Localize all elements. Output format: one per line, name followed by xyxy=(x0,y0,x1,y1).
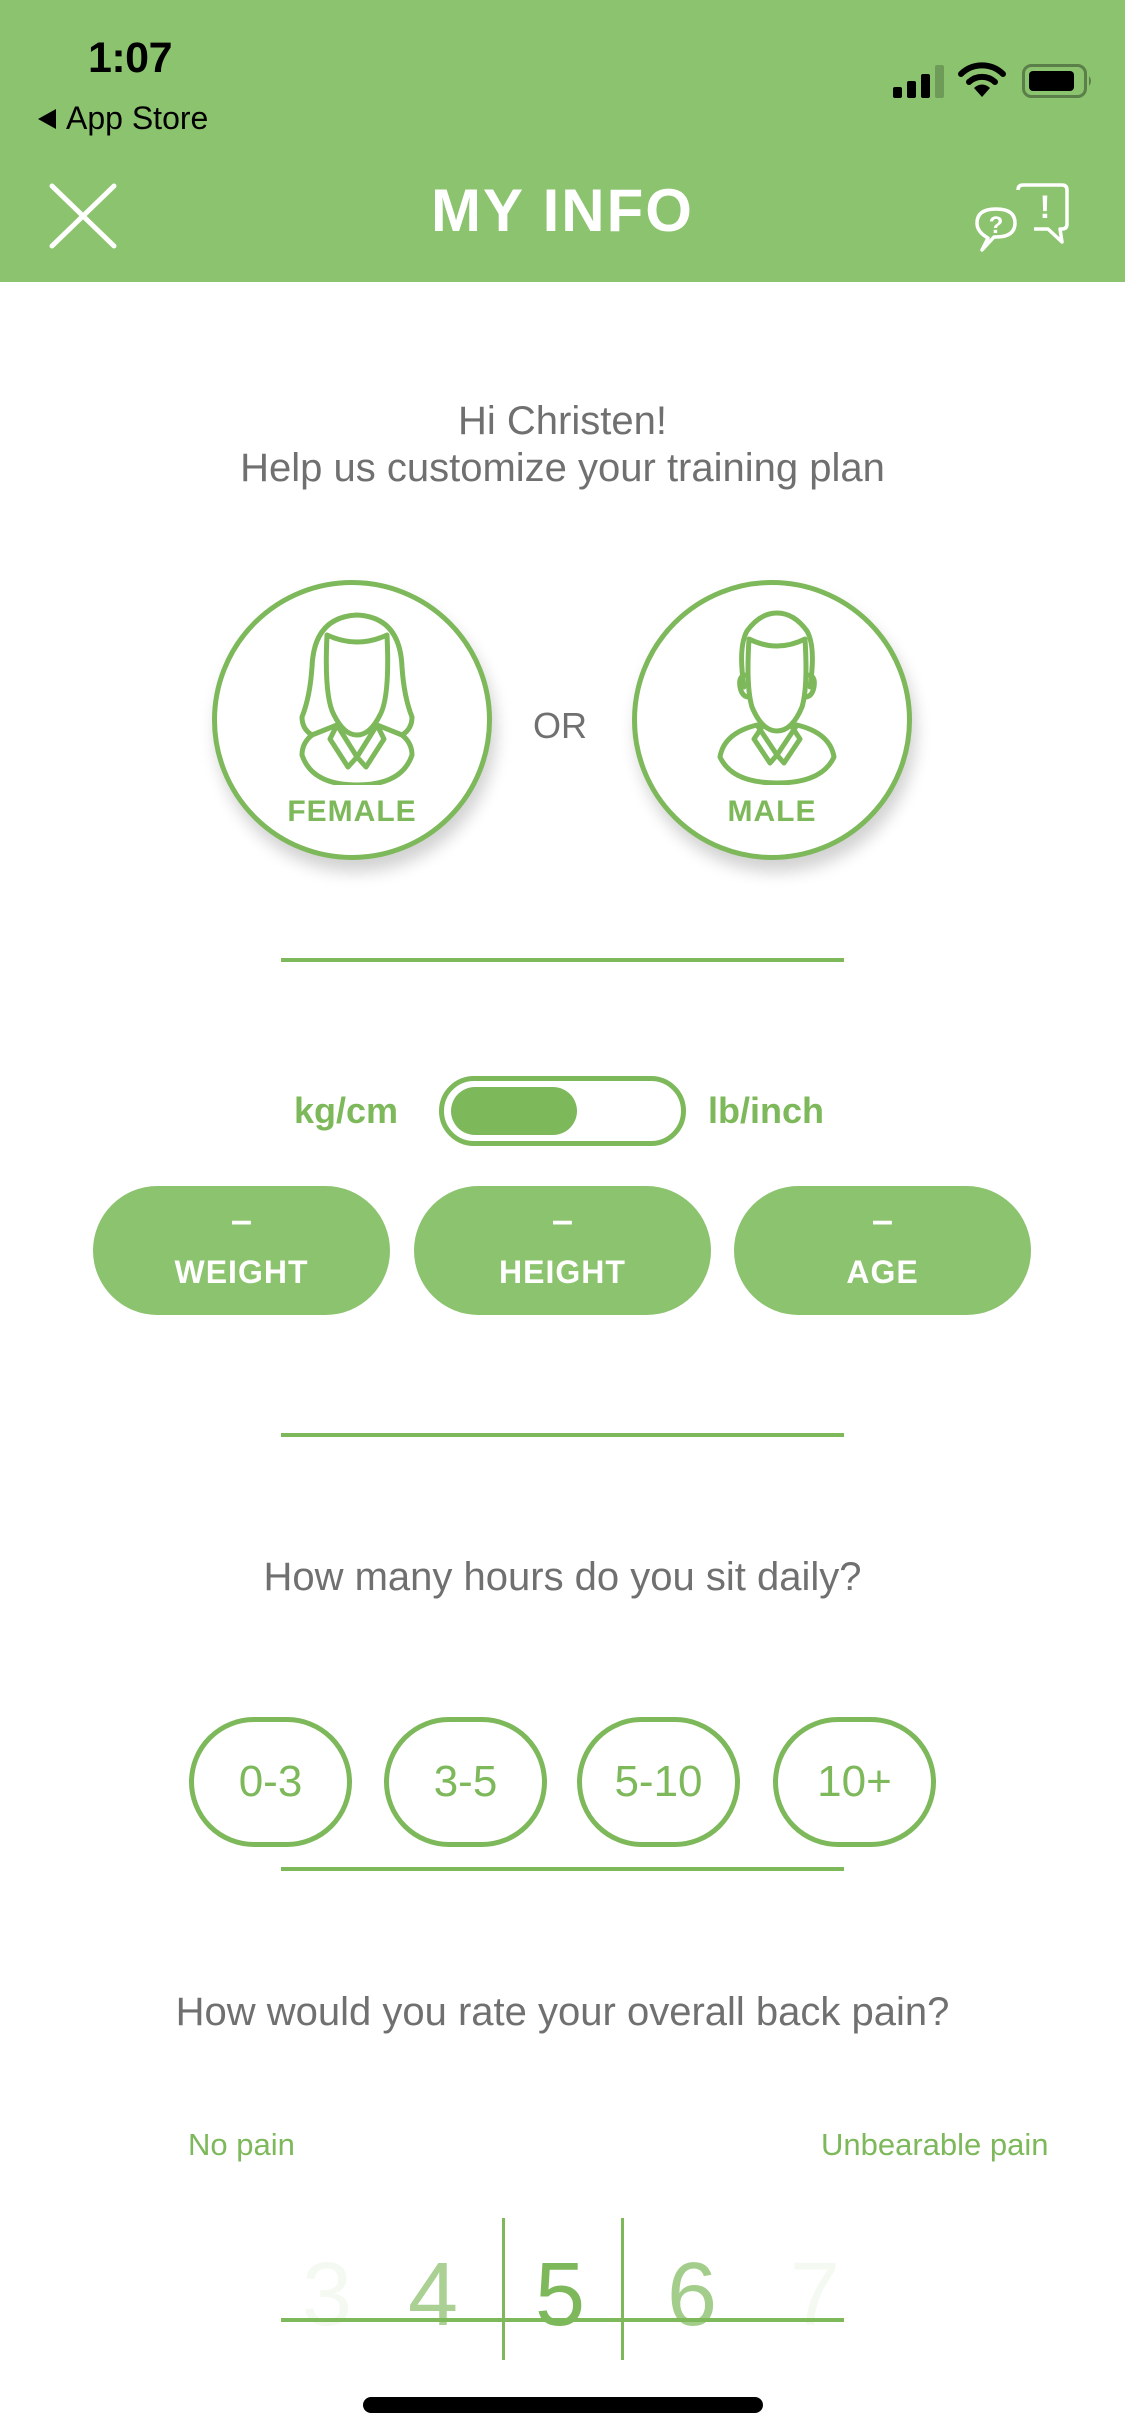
back-label: App Store xyxy=(66,100,209,136)
sitting-option[interactable]: 0-3 xyxy=(189,1717,352,1847)
pain-value-option[interactable]: 4 xyxy=(378,2225,488,2365)
gender-male-label: MALE xyxy=(727,795,817,828)
unit-imperial-label[interactable]: lb/inch xyxy=(708,1090,824,1132)
page-title: MY INFO xyxy=(431,177,694,244)
section-divider xyxy=(281,958,844,962)
pain-value-option[interactable]: 3 xyxy=(272,2225,382,2365)
height-value: – xyxy=(551,1200,574,1242)
gender-female-label: FEMALE xyxy=(287,795,417,828)
section-divider xyxy=(281,1867,844,1871)
section-divider xyxy=(281,1433,844,1437)
age-value: – xyxy=(871,1200,894,1242)
age-button[interactable]: – AGE xyxy=(734,1186,1031,1315)
back-triangle-icon xyxy=(38,108,56,129)
gender-female-button[interactable]: FEMALE xyxy=(212,580,492,860)
pain-value-option[interactable]: 7 xyxy=(760,2225,870,2365)
pain-value-selected[interactable]: 5 xyxy=(505,2225,615,2365)
help-button[interactable]: ? ! xyxy=(972,182,1072,256)
weight-button[interactable]: – WEIGHT xyxy=(93,1186,390,1315)
pain-max-label: Unbearable pain xyxy=(821,2127,1049,2162)
sitting-option[interactable]: 5-10 xyxy=(577,1717,740,1847)
svg-text:?: ? xyxy=(989,212,1004,239)
battery-icon xyxy=(1022,64,1091,98)
wifi-icon xyxy=(958,62,1006,97)
greeting-subtitle: Help us customize your training plan xyxy=(240,446,885,490)
section-divider xyxy=(281,2318,844,2322)
unit-toggle[interactable] xyxy=(439,1076,686,1146)
sitting-question: How many hours do you sit daily? xyxy=(263,1555,862,1599)
cellular-signal-icon xyxy=(893,65,944,98)
height-label: HEIGHT xyxy=(499,1254,626,1290)
back-to-app-store[interactable]: App Store xyxy=(38,100,208,137)
weight-label: WEIGHT xyxy=(174,1254,309,1290)
picker-selection-line xyxy=(621,2218,624,2360)
battery-level xyxy=(1029,71,1074,91)
age-label: AGE xyxy=(846,1254,919,1290)
or-separator: OR xyxy=(533,705,587,746)
unit-metric-label[interactable]: kg/cm xyxy=(294,1090,398,1132)
greeting-name: Hi Christen! xyxy=(458,399,667,443)
male-avatar-icon xyxy=(717,610,837,785)
gender-male-button[interactable]: MALE xyxy=(632,580,912,860)
pain-min-label: No pain xyxy=(188,2127,295,2162)
pain-value-option[interactable]: 6 xyxy=(637,2225,747,2365)
status-time: 1:07 xyxy=(87,34,173,82)
signal-bar-2 xyxy=(907,81,916,98)
pain-question: How would you rate your overall back pai… xyxy=(175,1990,950,2034)
sitting-option[interactable]: 10+ xyxy=(773,1717,936,1847)
svg-text:!: ! xyxy=(1040,189,1051,225)
sitting-option[interactable]: 3-5 xyxy=(384,1717,547,1847)
signal-bar-4 xyxy=(935,65,944,98)
greeting: Hi Christen! Help us customize your trai… xyxy=(0,398,1125,492)
signal-bar-1 xyxy=(893,87,902,98)
female-avatar-icon xyxy=(299,612,415,785)
unit-toggle-knob[interactable] xyxy=(451,1087,577,1135)
height-button[interactable]: – HEIGHT xyxy=(414,1186,711,1315)
signal-bar-3 xyxy=(921,74,930,98)
weight-value: – xyxy=(230,1200,253,1242)
home-indicator[interactable] xyxy=(363,2397,763,2413)
